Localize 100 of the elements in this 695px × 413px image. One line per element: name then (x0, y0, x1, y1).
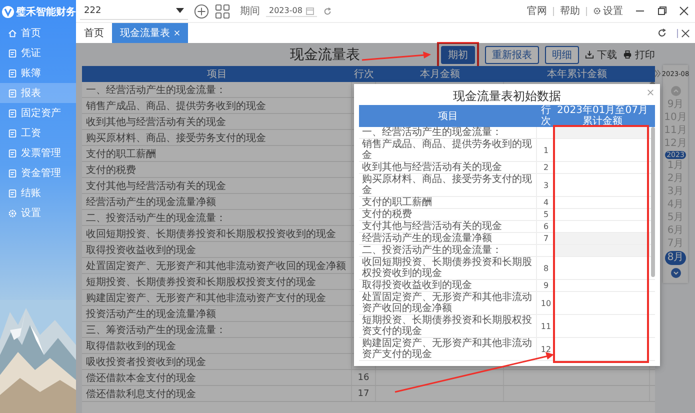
table-cell: 销售产成品、商品、提供劳务收到的现金 (82, 98, 352, 113)
table-cell: 支付其他与经营活动有关的现金 (359, 221, 537, 232)
sidebar-item[interactable]: 设置 (0, 203, 76, 223)
close-icon[interactable] (679, 6, 689, 16)
top-link[interactable]: 官网 (527, 4, 547, 18)
table-cell: 经营活动产生的现金流量净额 (82, 194, 352, 209)
action-button[interactable]: 明细 (545, 46, 579, 64)
account-select[interactable]: 222 (80, 2, 188, 20)
download-link[interactable]: 下载 (585, 48, 617, 62)
table-cell: 偿还借款本金支付的现金 (82, 370, 352, 385)
document-icon (8, 88, 17, 98)
sidebar-item[interactable]: 结账 (0, 183, 76, 203)
document-icon (8, 48, 17, 58)
calendar-icon (306, 6, 314, 14)
down-icon[interactable] (670, 268, 680, 278)
sidebar-item[interactable]: 账簿 (0, 63, 76, 83)
table-cell: 二、投资活动产生的现金流量： (82, 210, 352, 225)
line-number: 11 (540, 320, 552, 332)
table-cell: 处置固定资产、无形资产和其他非流动资产收回的现金净额 (82, 258, 352, 273)
print-link[interactable]: 打印 (623, 48, 655, 62)
table-cell: 收到其他与经营活动有关的现金 (359, 162, 537, 173)
table-cell: 一、经营活动产生的现金流量： (359, 127, 537, 138)
tab[interactable]: 首页 (76, 23, 112, 43)
table-cell: 收回短期投资、长期债券投资和长期股权投资收到的现金 (82, 226, 352, 241)
table-cell: 收回短期投资、长期债券投资和长期股权投资收到的现金 (359, 257, 537, 279)
table-cell: 处置固定资产、无形资产和其他非流动资产收回的现金净额 (359, 292, 537, 314)
table-cell: 取得投资收益收到的现金 (359, 280, 537, 291)
table-cell: 收到其他与经营活动有关的现金 (82, 114, 352, 129)
period-label: 期间 (240, 4, 260, 18)
line-number: 6 (543, 221, 549, 232)
column-header: 2023年01月至07月累计金额 (556, 105, 649, 127)
column-header: 行次 (540, 105, 552, 127)
column-header: 项目 (206, 68, 228, 82)
table-cell: 吸收投资者投资收到的现金 (82, 354, 352, 369)
grid-icon[interactable] (215, 4, 230, 18)
table-cell: 经营活动产生的现金流量净额 (359, 233, 537, 244)
sidebar-item[interactable]: 首页 (0, 23, 76, 43)
table-cell: 销售产成品、商品、提供劳务收到的现金 (359, 139, 537, 161)
table-cell: 三、筹资活动产生的现金流量： (82, 322, 352, 337)
document-icon (8, 68, 17, 78)
sidebar-item[interactable]: 资金管理 (0, 163, 76, 183)
table-cell: 一、经营活动产生的现金流量： (82, 82, 352, 97)
action-button[interactable]: 重新报表 (485, 46, 539, 64)
sidebar-item[interactable]: 固定资产 (0, 103, 76, 123)
settings-icon (593, 7, 601, 15)
sidebar-item[interactable]: 报表 (0, 83, 76, 103)
sidebar-item[interactable]: 发票管理 (0, 143, 76, 163)
document-icon (8, 188, 17, 198)
table-cell: 偿还借款利息支付的现金 (82, 386, 352, 401)
line-number: 12 (540, 344, 552, 354)
scrollbar[interactable] (651, 127, 655, 277)
add-icon[interactable] (194, 4, 209, 18)
settings-icon (8, 208, 17, 218)
document-icon (8, 168, 17, 178)
table-cell: 支付的税费 (82, 162, 352, 177)
line-number: 10 (540, 298, 552, 308)
refresh-icon[interactable] (657, 28, 667, 38)
dialog-title: 现金流量表初始数据 (453, 88, 561, 105)
table-cell: 购买原材料、商品、接受劳务支付的现金 (359, 174, 537, 196)
line-number: 5 (543, 209, 549, 220)
printer-icon (623, 50, 632, 59)
line-number: 7 (543, 233, 549, 244)
line-number: 8 (543, 262, 549, 274)
line-number: 9 (543, 280, 549, 291)
home-icon (8, 28, 17, 38)
collapse-icon[interactable] (654, 69, 661, 78)
report-title: 现金流量表 (290, 46, 360, 64)
month-item[interactable]: 8月 (665, 251, 686, 265)
line-number: 2 (543, 162, 549, 173)
period-field[interactable]: 2023-08 (266, 5, 318, 17)
sidebar-item[interactable]: 工资 (0, 123, 76, 143)
line-number: 3 (543, 180, 549, 190)
column-header: 行次 (353, 68, 375, 82)
document-icon (8, 128, 17, 138)
action-button[interactable]: 期初 (441, 46, 475, 64)
column-header: 本年累计金额 (546, 68, 608, 82)
table-cell: 取得借款收到的现金 (82, 338, 352, 353)
table-cell: 投资活动产生的现金流量净额 (82, 306, 352, 321)
table-cell: 二、投资活动产生的现金流量： (359, 245, 537, 256)
restore-icon[interactable] (657, 6, 667, 16)
annotation-arrow (362, 52, 431, 61)
table-cell: 支付的职工薪酬 (82, 146, 352, 161)
table-cell: 短期投资、长期债券投资和长期股权投资支付的现金 (359, 315, 537, 337)
caret-icon (176, 8, 184, 13)
top-link[interactable]: 帮助 (560, 4, 580, 18)
close-icon[interactable] (677, 28, 690, 38)
table-cell: 购建固定资产、无形资产和其他非流动资产支付的现金 (82, 290, 352, 305)
table-cell: 购买原材料、商品、接受劳务支付的现金 (82, 130, 352, 145)
table-cell: 支付其他与经营活动有关的现金 (82, 178, 352, 193)
table-cell: 取得投资收益收到的现金 (82, 242, 352, 257)
line-number: 4 (543, 197, 549, 208)
tab[interactable]: 现金流量表 (112, 23, 188, 43)
sidebar-item[interactable]: 凭证 (0, 43, 76, 63)
document-icon (8, 148, 17, 158)
app-logo-text: 璧禾智能财务 (16, 5, 76, 18)
line-number: 16 (358, 372, 370, 382)
column-header: 本月金额 (419, 68, 461, 82)
download-icon (585, 50, 594, 59)
top-link[interactable]: 设置 (593, 4, 623, 18)
column-header: 项目 (437, 110, 459, 124)
